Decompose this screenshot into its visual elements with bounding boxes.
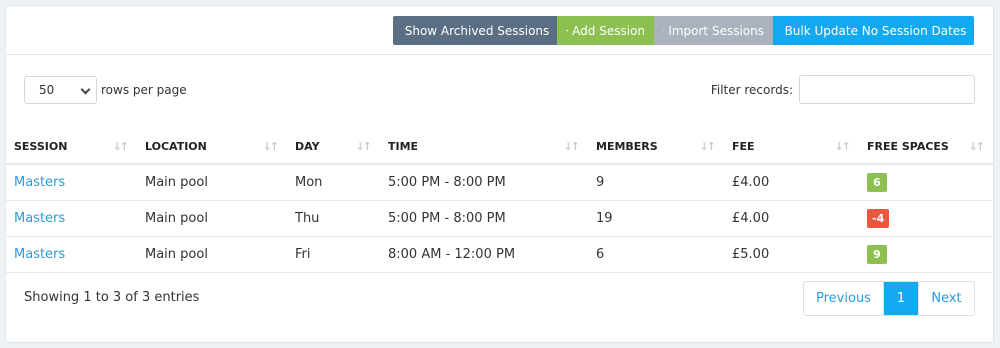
free-spaces-badge: 6 xyxy=(867,172,887,192)
sort-icon: ↓↑ xyxy=(262,140,280,153)
rows-per-page-select[interactable]: 50 xyxy=(24,76,97,104)
location-cell: Main pool xyxy=(137,200,287,237)
bulk-update-button[interactable]: Bulk Update No Session Dates xyxy=(773,16,974,45)
session-link[interactable]: Masters xyxy=(6,236,137,273)
add-session-button[interactable]: Add Session xyxy=(557,16,654,45)
table-row: Masters Main pool Thu 5:00 PM - 8:00 PM … xyxy=(6,200,993,237)
table-info: Showing 1 to 3 of 3 entries xyxy=(24,290,200,305)
next-page-button[interactable]: Next xyxy=(918,282,974,315)
filter-records-input[interactable] xyxy=(799,75,975,104)
fee-cell: £5.00 xyxy=(724,236,859,273)
day-cell: Mon xyxy=(287,164,380,201)
session-link[interactable]: Masters xyxy=(6,164,137,201)
column-header-time[interactable]: TIME ↓↑ xyxy=(380,129,588,165)
free-spaces-cell: 6 xyxy=(859,164,993,201)
column-header-session[interactable]: SESSION ↓↑ xyxy=(6,129,137,165)
toolbar: Show Archived Sessions Add Session Impor… xyxy=(6,6,993,55)
time-cell: 5:00 PM - 8:00 PM xyxy=(380,164,588,201)
day-cell: Fri xyxy=(287,236,380,273)
import-sessions-button[interactable]: Import Sessions xyxy=(654,16,773,45)
column-header-day[interactable]: DAY ↓↑ xyxy=(287,129,380,165)
time-cell: 8:00 AM - 12:00 PM xyxy=(380,236,588,273)
day-cell: Thu xyxy=(287,200,380,237)
free-spaces-badge: -4 xyxy=(867,208,890,228)
sort-icon: ↓↑ xyxy=(563,140,581,153)
time-cell: 5:00 PM - 8:00 PM xyxy=(380,200,588,237)
sort-icon: ↓↑ xyxy=(699,140,717,153)
fee-cell: £4.00 xyxy=(724,200,859,237)
action-button-group: Show Archived Sessions Add Session Impor… xyxy=(393,16,974,45)
sort-icon: ↓↑ xyxy=(968,140,986,153)
free-spaces-cell: 9 xyxy=(859,236,993,273)
page-button-current[interactable]: 1 xyxy=(884,282,918,315)
members-cell: 6 xyxy=(588,236,724,273)
table-controls: 50 rows per page Filter records: xyxy=(24,75,975,107)
column-header-members[interactable]: MEMBERS ↓↑ xyxy=(588,129,724,165)
table-header-row: SESSION ↓↑ LOCATION ↓↑ DAY ↓↑ TIME ↓↑ MEMBER… xyxy=(6,129,993,165)
upload-icon xyxy=(663,29,665,32)
chevron-down-icon xyxy=(80,84,91,95)
location-cell: Main pool xyxy=(137,164,287,201)
session-link[interactable]: Masters xyxy=(6,200,137,237)
plus-icon xyxy=(566,29,568,32)
sessions-table: SESSION ↓↑ LOCATION ↓↑ DAY ↓↑ TIME ↓↑ MEMBER… xyxy=(6,129,993,273)
sort-icon: ↓↑ xyxy=(834,140,852,153)
fee-cell: £4.00 xyxy=(724,164,859,201)
free-spaces-badge: 9 xyxy=(867,244,887,264)
column-header-free-spaces[interactable]: FREE SPACES ↓↑ xyxy=(859,129,993,165)
previous-page-button[interactable]: Previous xyxy=(804,282,884,315)
pagination: Previous 1 Next xyxy=(803,281,975,316)
rows-per-page-label: rows per page xyxy=(101,83,187,97)
column-header-fee[interactable]: FEE ↓↑ xyxy=(724,129,859,165)
sessions-panel: Show Archived Sessions Add Session Impor… xyxy=(5,5,994,343)
table-row: Masters Main pool Mon 5:00 PM - 8:00 PM … xyxy=(6,164,993,201)
members-cell: 19 xyxy=(588,200,724,237)
import-sessions-label: Import Sessions xyxy=(668,23,764,38)
members-cell: 9 xyxy=(588,164,724,201)
filter-records-label: Filter records: xyxy=(710,83,793,97)
location-cell: Main pool xyxy=(137,236,287,273)
free-spaces-cell: -4 xyxy=(859,200,993,237)
table-row: Masters Main pool Fri 8:00 AM - 12:00 PM… xyxy=(6,236,993,273)
sort-icon: ↓↑ xyxy=(112,140,130,153)
sort-icon: ↓↑ xyxy=(355,140,373,153)
column-header-location[interactable]: LOCATION ↓↑ xyxy=(137,129,287,165)
add-session-label: Add Session xyxy=(572,23,645,38)
bulk-update-label: Bulk Update No Session Dates xyxy=(784,23,967,38)
show-archived-sessions-button[interactable]: Show Archived Sessions xyxy=(393,16,557,45)
show-archived-sessions-label: Show Archived Sessions xyxy=(404,23,550,38)
rows-per-page-value: 50 xyxy=(39,83,55,97)
